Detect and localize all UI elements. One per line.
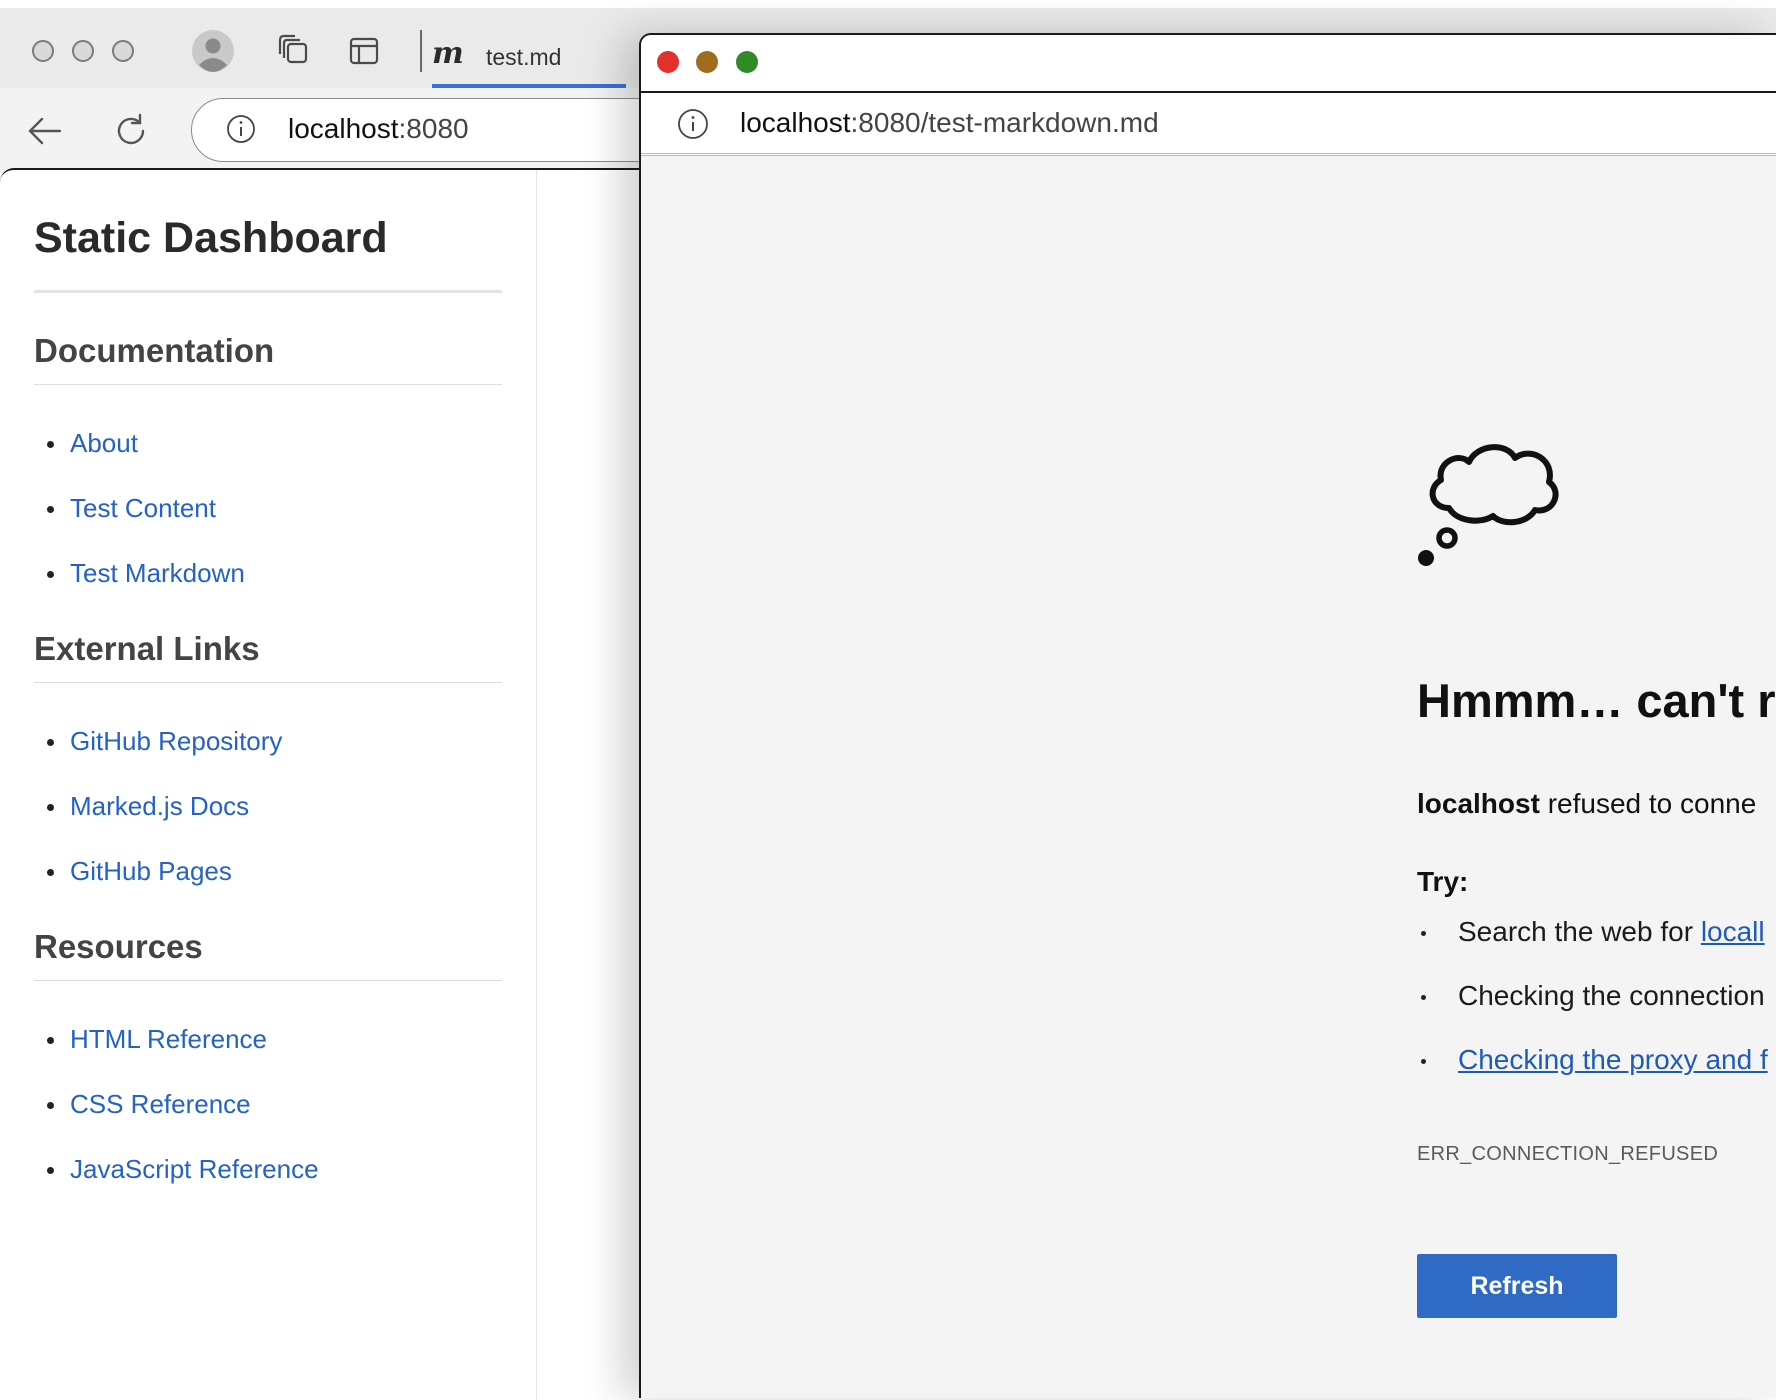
list-item: GitHub Repository	[34, 726, 282, 791]
link-test-markdown[interactable]: Test Markdown	[70, 558, 245, 588]
documentation-links: About Test Content Test Markdown	[34, 428, 245, 623]
back-button[interactable]	[22, 108, 68, 154]
popup-close-button[interactable]	[657, 51, 679, 73]
back-address-text: localhost:8080	[288, 113, 469, 145]
section-divider	[34, 384, 502, 385]
list-item: JavaScript Reference	[34, 1154, 319, 1219]
tab-test-md[interactable]: m test.md	[432, 22, 626, 88]
section-title-resources: Resources	[34, 928, 203, 965]
error-content: Hmmm… can't re localhost refused to conn…	[1417, 35, 1776, 1335]
list-item: HTML Reference	[34, 1024, 319, 1089]
error-subtitle: localhost refused to conne	[1417, 788, 1756, 820]
list-item: Test Content	[34, 493, 245, 558]
error-code: ERR_CONNECTION_REFUSED	[1417, 1143, 1719, 1165]
list-item: Marked.js Docs	[34, 791, 282, 856]
tab-separator	[420, 30, 422, 72]
list-item: About	[34, 428, 245, 493]
suggestion-item: Search the web for locall	[1417, 915, 1768, 979]
try-label: Try:	[1417, 866, 1469, 897]
proxy-firewall-link[interactable]: Checking the proxy and f	[1458, 1044, 1768, 1075]
error-host: localhost	[1417, 788, 1540, 819]
error-message: refused to conne	[1539, 788, 1757, 819]
tab-title: test.md	[486, 44, 562, 70]
link-test-content[interactable]: Test Content	[70, 493, 216, 523]
section-title-external-links: External Links	[34, 630, 260, 667]
link-marked-docs[interactable]: Marked.js Docs	[70, 791, 249, 821]
link-javascript-reference[interactable]: JavaScript Reference	[70, 1154, 319, 1184]
reload-button[interactable]	[108, 108, 154, 154]
url-host: localhost	[740, 107, 851, 138]
url-path: :8080/test-markdown.md	[850, 107, 1159, 138]
resource-links: HTML Reference CSS Reference JavaScript …	[34, 1024, 319, 1219]
workspaces-icon[interactable]	[271, 28, 317, 74]
section-divider	[34, 682, 502, 683]
suggestion-item: Checking the connection	[1417, 979, 1768, 1043]
thought-cloud-icon	[1418, 444, 1559, 566]
section-divider	[34, 980, 502, 981]
title-divider	[34, 290, 502, 293]
external-links: GitHub Repository Marked.js Docs GitHub …	[34, 726, 282, 921]
link-about[interactable]: About	[70, 428, 138, 458]
popup-url: localhost:8080/test-markdown.md	[740, 107, 1159, 139]
page-title: Static Dashboard	[34, 214, 388, 262]
address-port: :8080	[398, 113, 469, 144]
error-popup-window: localhost:8080/test-markdown.md Hmmm… ca…	[639, 33, 1776, 1398]
link-github-repository[interactable]: GitHub Repository	[70, 726, 282, 756]
site-info-icon[interactable]	[677, 108, 709, 140]
list-item: Test Markdown	[34, 558, 245, 623]
suggestion-list: Search the web for locall Checking the c…	[1417, 915, 1768, 1107]
link-github-pages[interactable]: GitHub Pages	[70, 856, 232, 886]
dashboard-sidebar: Static Dashboard Documentation About Tes…	[0, 170, 537, 1400]
suggestion-item: Checking the proxy and f	[1417, 1043, 1768, 1107]
popup-maximize-button[interactable]	[736, 51, 758, 73]
close-window-button[interactable]	[32, 40, 54, 62]
section-title-documentation: Documentation	[34, 332, 275, 369]
minimize-window-button[interactable]	[72, 40, 94, 62]
suggestion-text: Checking the connection	[1458, 980, 1765, 1011]
site-info-icon[interactable]	[226, 114, 256, 144]
link-html-reference[interactable]: HTML Reference	[70, 1024, 267, 1054]
refresh-button[interactable]: Refresh	[1417, 1254, 1617, 1318]
search-web-link[interactable]: locall	[1701, 916, 1765, 947]
site-logo-icon: m	[432, 36, 464, 71]
error-title: Hmmm… can't re	[1417, 674, 1776, 727]
list-item: CSS Reference	[34, 1089, 319, 1154]
address-host: localhost	[288, 113, 399, 144]
list-item: GitHub Pages	[34, 856, 282, 921]
popup-minimize-button[interactable]	[696, 51, 718, 73]
maximize-window-button[interactable]	[112, 40, 134, 62]
link-css-reference[interactable]: CSS Reference	[70, 1089, 251, 1119]
sidebar-toggle-icon[interactable]	[341, 28, 387, 74]
profile-avatar-icon[interactable]	[190, 28, 236, 74]
suggestion-text: Search the web for	[1458, 916, 1701, 947]
